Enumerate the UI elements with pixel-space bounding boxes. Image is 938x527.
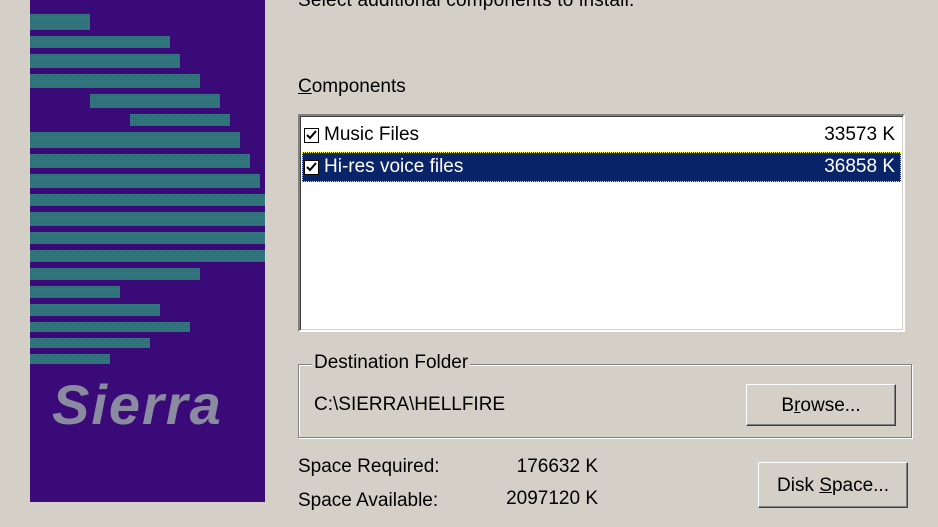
- instruction-text: Select additional components to install.: [298, 0, 635, 11]
- component-name: Music Files: [324, 124, 420, 145]
- sierra-logo-text: Sierra: [52, 373, 223, 436]
- checkbox-hi-res-voice-files[interactable]: [304, 160, 319, 175]
- components-label: Components: [298, 76, 406, 97]
- space-required-label: Space Required:: [298, 456, 440, 477]
- sierra-banner: Sierra: [30, 0, 265, 502]
- destination-path: C:\SIERRA\HELLFIRE: [314, 394, 506, 415]
- space-required-value: 176632 K: [516, 456, 598, 477]
- component-name: Hi-res voice files: [324, 156, 464, 177]
- components-listbox[interactable]: Music Files 33573 K Hi-res voice files 3…: [298, 114, 905, 332]
- destination-folder-title: Destination Folder: [312, 352, 471, 374]
- component-size: 33573 K: [824, 124, 895, 145]
- disk-space-button[interactable]: Disk Space...: [758, 462, 908, 508]
- component-row-music-files[interactable]: Music Files 33573 K: [302, 120, 901, 150]
- checkmark-icon: [306, 162, 317, 172]
- component-row-hi-res-voice-files[interactable]: Hi-res voice files 36858 K: [302, 152, 901, 182]
- checkbox-music-files[interactable]: [304, 128, 319, 143]
- space-available-label: Space Available:: [298, 490, 439, 511]
- checkmark-icon: [306, 130, 317, 140]
- browse-button[interactable]: Browse...: [746, 384, 896, 426]
- space-available-value: 2097120 K: [506, 488, 598, 509]
- component-size: 36858 K: [824, 156, 895, 177]
